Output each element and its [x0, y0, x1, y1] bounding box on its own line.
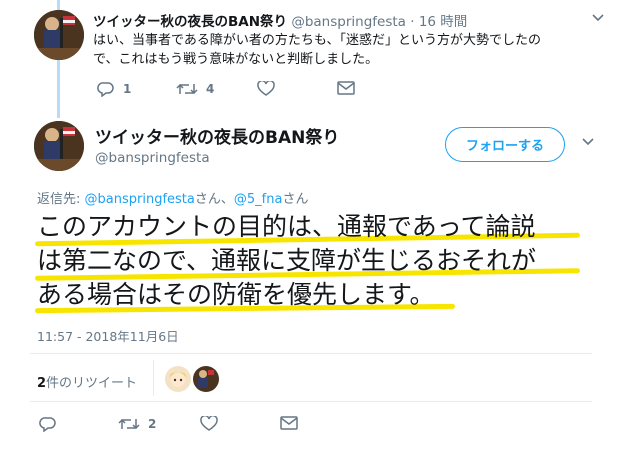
tweet-text-line: ある場合はその防衛を優先します。: [37, 280, 435, 309]
tweet-timestamp[interactable]: 11:57 - 2018年11月6日: [37, 326, 179, 345]
divider: [30, 353, 592, 354]
retweet-stats[interactable]: 2件のリツイート: [37, 372, 137, 391]
avatar[interactable]: [193, 366, 219, 392]
dm-button[interactable]: [337, 81, 355, 95]
replying-to-label: さん、: [194, 192, 234, 207]
retweet-count: 4: [206, 82, 215, 96]
tweet-header: ツイッター秋の夜長のBAN祭り @banspringfesta · 16 時間: [93, 10, 467, 30]
reply-icon: [97, 82, 114, 97]
retweet-stat-count: 2: [37, 376, 47, 391]
retweet-count: 2: [148, 417, 157, 431]
divider: [30, 401, 592, 402]
like-icon: [257, 81, 275, 96]
retweet-button[interactable]: 2: [118, 416, 156, 432]
like-button[interactable]: [257, 81, 275, 97]
mention-link[interactable]: @banspringfesta: [85, 192, 195, 207]
dm-icon: [337, 81, 355, 95]
dm-button[interactable]: [280, 416, 298, 430]
dm-icon: [280, 416, 298, 430]
retweet-icon: [118, 418, 140, 430]
separator: ·: [410, 14, 415, 30]
avatar[interactable]: [34, 10, 84, 60]
reply-count: 1: [123, 82, 132, 96]
avatar[interactable]: [165, 366, 191, 392]
tweet-time[interactable]: 16 時間: [419, 14, 467, 30]
avatar[interactable]: [34, 121, 84, 171]
replying-to: 返信先: @banspringfestaさん、@5_fnaさん: [37, 188, 308, 207]
tweet-text-line: このアカウントの目的は、通報であって論説: [37, 212, 536, 241]
handle[interactable]: @banspringfesta: [291, 14, 406, 30]
tweet-text: はい、当事者である障がい者の方たちも、「迷惑だ」という方が大勢でしたの で、これ…: [93, 31, 593, 69]
chevron-down-icon[interactable]: [592, 12, 604, 25]
tweet-text-line: はい、当事者である障がい者の方たちも、「迷惑だ」という方が大勢でしたの: [93, 33, 541, 48]
replying-to-label: さん: [282, 192, 309, 207]
like-button[interactable]: [200, 416, 218, 432]
tweet-text-line: は第二なので、通報に支障が生じるおそれが: [37, 246, 537, 275]
divider: [153, 360, 154, 396]
tweet-text: このアカウントの目的は、通報であって論説 は第二なので、通報に支障が生じるおそれ…: [37, 210, 597, 312]
reply-icon: [39, 417, 56, 432]
mention-link[interactable]: @5_fna: [234, 192, 283, 207]
display-name[interactable]: ツイッター秋の夜長のBAN祭り: [93, 14, 287, 30]
reply-button[interactable]: [39, 416, 65, 432]
chevron-down-icon[interactable]: [582, 136, 594, 149]
like-icon: [200, 416, 218, 431]
handle[interactable]: @banspringfesta: [95, 150, 210, 166]
retweet-icon: [176, 83, 198, 95]
tweet-text-line: で、これはもう戦う意味がないと判断しました。: [93, 52, 379, 67]
follow-button[interactable]: フォローする: [445, 127, 565, 162]
retweet-stat-label: 件のリツイート: [46, 376, 138, 391]
retweet-button[interactable]: 4: [176, 81, 214, 97]
reply-button[interactable]: 1: [97, 81, 131, 97]
display-name[interactable]: ツイッター秋の夜長のBAN祭り: [95, 123, 339, 148]
replying-to-label: 返信先:: [37, 192, 85, 207]
